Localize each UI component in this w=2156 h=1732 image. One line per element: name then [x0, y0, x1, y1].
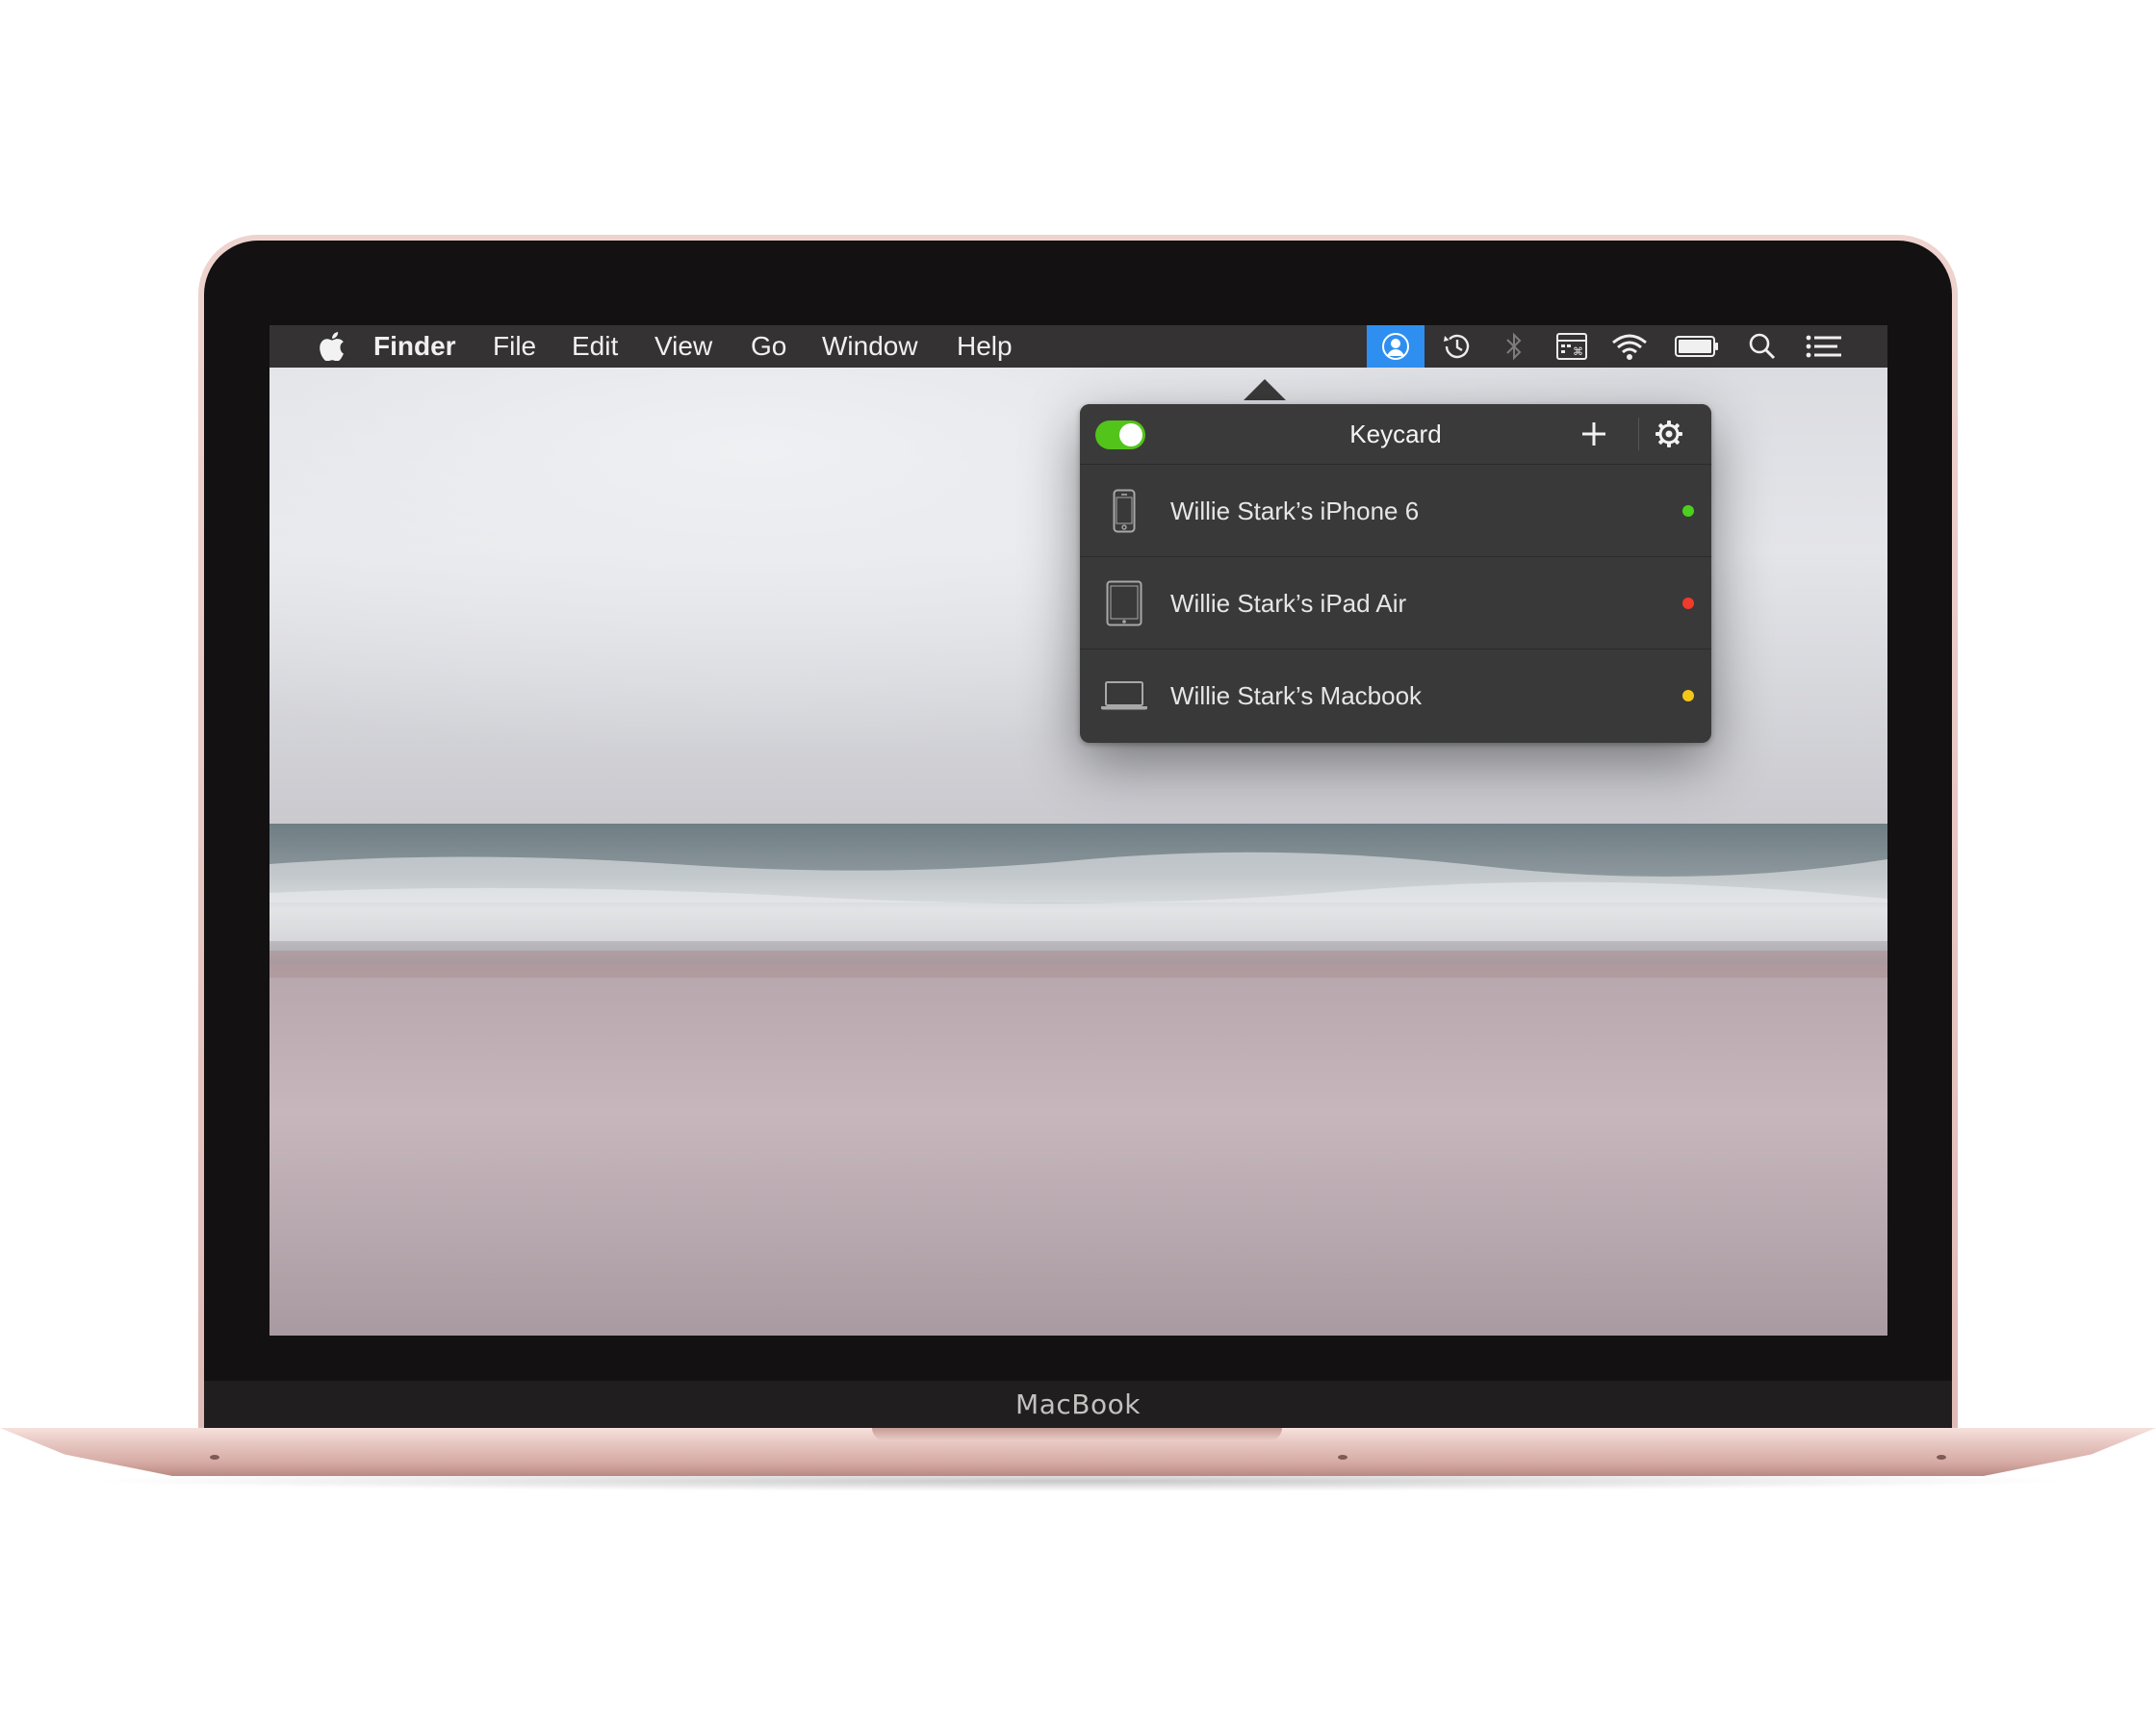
add-device-button[interactable] — [1575, 415, 1613, 453]
spotlight-search-icon[interactable] — [1736, 325, 1788, 368]
bluetooth-icon[interactable] — [1488, 325, 1540, 368]
notification-center-icon[interactable] — [1798, 325, 1850, 368]
device-row-iphone[interactable]: Willie Stark’s iPhone 6 — [1080, 464, 1711, 557]
wifi-icon[interactable] — [1604, 325, 1656, 368]
battery-icon[interactable] — [1671, 325, 1723, 368]
menu-bar: Finder File Edit View Go Window Help ⌘ — [270, 325, 1887, 368]
hinge-notch — [872, 1428, 1282, 1440]
ipad-icon — [1097, 557, 1151, 650]
popover-header: Keycard — [1080, 404, 1711, 465]
device-row-macbook[interactable]: Willie Stark’s Macbook — [1080, 649, 1711, 742]
device-name: Willie Stark’s Macbook — [1170, 681, 1423, 710]
device-name: Willie Stark’s iPad Air — [1170, 589, 1407, 618]
menu-go[interactable]: Go — [751, 325, 786, 368]
menu-view[interactable]: View — [654, 325, 712, 368]
gear-icon — [1656, 420, 1682, 447]
menu-window[interactable]: Window — [822, 325, 918, 368]
time-machine-icon[interactable] — [1430, 325, 1482, 368]
keyboard-viewer-icon[interactable]: ⌘ — [1546, 325, 1598, 368]
laptop-icon — [1097, 650, 1151, 742]
svg-text:⌘: ⌘ — [1573, 345, 1583, 358]
settings-button[interactable] — [1650, 415, 1688, 453]
rubber-foot — [1338, 1455, 1348, 1460]
device-row-ipad[interactable]: Willie Stark’s iPad Air — [1080, 556, 1711, 650]
menu-file[interactable]: File — [493, 325, 536, 368]
status-dot-online — [1682, 505, 1694, 517]
menu-app-finder[interactable]: Finder — [373, 325, 456, 368]
keycard-user-icon[interactable] — [1367, 325, 1424, 368]
plus-icon — [1582, 422, 1605, 446]
rubber-foot — [210, 1455, 219, 1460]
device-name: Willie Stark’s iPhone 6 — [1170, 497, 1420, 525]
menu-edit[interactable]: Edit — [572, 325, 618, 368]
macbook-logo-text: MacBook — [1015, 1388, 1141, 1420]
rubber-foot — [1937, 1455, 1946, 1460]
keycard-popover: Keycard Willie Stark’s iPhone 6 Willie S… — [1080, 404, 1711, 743]
desktop-screen: Finder File Edit View Go Window Help ⌘ K… — [270, 325, 1887, 1336]
header-divider — [1638, 418, 1639, 450]
apple-menu-icon[interactable] — [306, 325, 358, 368]
popover-arrow — [1244, 379, 1286, 400]
status-dot-pending — [1682, 690, 1694, 701]
popover-title: Keycard — [1349, 420, 1442, 448]
status-dot-offline — [1682, 598, 1694, 609]
iphone-icon — [1097, 465, 1151, 557]
menu-help[interactable]: Help — [957, 325, 1013, 368]
